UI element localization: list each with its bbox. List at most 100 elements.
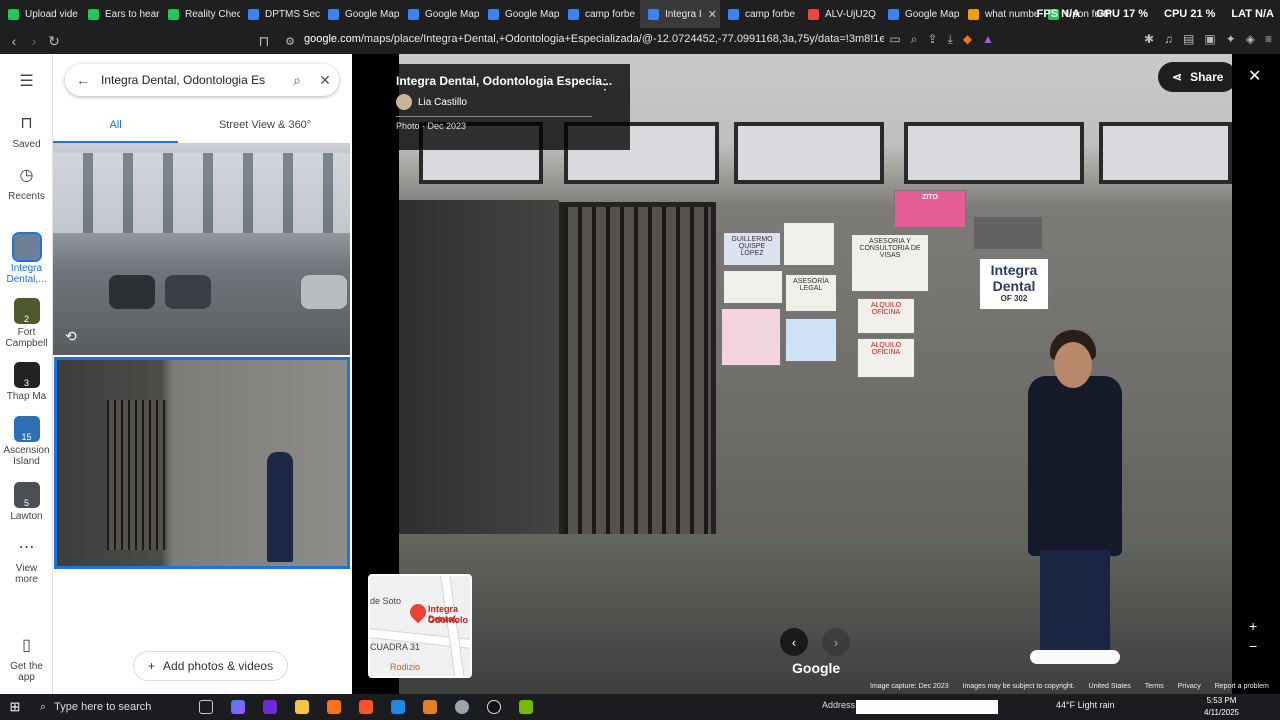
rail-item-get-app[interactable]: ▯ Get the app [0,632,53,683]
clear-icon[interactable]: ✕ [311,72,339,89]
media-player-icon[interactable] [478,694,510,720]
zoom-icon[interactable]: ⌕ [911,32,918,47]
browser-tab[interactable]: ALV-UjU2Q [800,0,880,28]
rewards-icon[interactable]: ▲ [982,32,994,47]
file-explorer-icon[interactable] [286,694,318,720]
zoom-in-button[interactable]: + [1249,616,1257,636]
rail-menu-button[interactable]: ☰ [0,68,53,97]
back-arrow-icon[interactable]: ← [65,72,101,88]
sign-plate [783,222,835,266]
tab-close-icon[interactable]: ✕ [708,8,717,21]
browser-tab[interactable]: camp forbe [560,0,640,28]
wallet-icon[interactable]: ▣ [1204,32,1215,47]
browser-tab[interactable]: Google Maps [480,0,560,28]
location-pin-icon [406,600,430,624]
clock[interactable]: 5:53 PM 4/11/2025 [1204,695,1239,719]
windows-start-icon[interactable]: ⊞ [0,699,30,715]
photo-scene[interactable]: GUILLERMO QUISPE LÓPEZ ASESORÍA LEGAL AS… [399,54,1232,694]
photo-author[interactable]: Lia Castillo [396,94,630,110]
share-button[interactable]: ⋖ Share [1158,62,1238,92]
privacy-link[interactable]: Privacy [1178,683,1201,690]
bookmark-icon[interactable]: ⊓ [254,31,274,51]
ai-icon[interactable]: ✦ [1226,32,1236,47]
rail-item-fort-campbell[interactable]: 2 Fort Campbell [0,298,53,349]
app-icon[interactable] [254,694,286,720]
forward-icon[interactable]: › [24,31,44,51]
site-info-icon[interactable]: ⚙ [280,31,300,51]
region-link[interactable]: United States [1089,683,1131,690]
sidebar-icon[interactable]: ▤ [1183,32,1194,47]
screen-icon[interactable]: ▭ [889,32,900,47]
rail-item-ascension-island[interactable]: 15 Ascension Island [0,416,53,467]
selected-photo-thumbnail[interactable] [54,357,350,569]
shoes [1030,650,1120,664]
browser-tab[interactable]: what numbe [960,0,1040,28]
rail-item-view-more[interactable]: ⋯ View more [0,534,53,585]
tab-favicon-icon [888,8,899,20]
taskbar-address-input[interactable] [856,700,998,714]
browser-tab-active[interactable]: Integra I ✕ [640,0,720,28]
tab-favicon-icon [488,8,499,20]
rail-item-saved[interactable]: ⊓ Saved [0,110,53,150]
app-icon[interactable] [446,694,478,720]
browser-tab[interactable]: Google Maps [880,0,960,28]
copilot-icon[interactable] [222,694,254,720]
tab-favicon-icon [808,8,819,20]
browser-tab[interactable]: camp forbe [720,0,800,28]
browser-tab[interactable]: Reality Check [160,0,240,28]
taskbar-search[interactable]: ⌕ Type here to search [30,701,190,714]
terms-link[interactable]: Terms [1145,683,1164,690]
tab-favicon-icon [568,8,579,20]
weather-widget[interactable]: 44°F Light rain [1056,700,1115,710]
street-view-thumbnail[interactable]: ⟲ [53,143,350,355]
music-icon[interactable]: ♫ [1164,32,1173,47]
browser-tab[interactable]: Upload vide [0,0,80,28]
rail-item-thap-ma[interactable]: 3 Thap Ma [0,362,53,402]
brave-browser-icon[interactable] [350,694,382,720]
tab-street-view[interactable]: Street View & 360° [178,114,352,144]
browser-tab[interactable]: Google Maps [320,0,400,28]
avatar [396,94,412,110]
browser-tab[interactable]: Google Maps [400,0,480,28]
rail-item-recents[interactable]: ◷ Recents [0,162,53,202]
url-field[interactable]: google.com/maps/place/Integra+Dental,+Od… [304,33,884,45]
close-icon[interactable]: ✕ [1248,66,1261,86]
history-icon: ◷ [19,167,34,184]
person [1016,330,1126,680]
browser-tab[interactable]: DPTMS Secu [240,0,320,28]
rail-item-lawton[interactable]: 5 Lawton [0,482,53,522]
bookmark-outline-icon: ⊓ [20,115,33,132]
add-photos-button[interactable]: + Add photos & videos [133,651,289,681]
stat-cpu: CPU 21 % [1164,8,1216,20]
phone-icon: ▯ [22,637,31,654]
more-vert-icon[interactable]: ⋮ [598,76,612,93]
search-icon[interactable]: ⌕ [283,72,311,89]
back-icon[interactable]: ‹ [4,31,24,51]
search-input[interactable]: Integra Dental, Odontologia Es [101,73,283,87]
vpn-icon[interactable]: ◈ [1246,32,1255,47]
previous-photo-button[interactable]: ‹ [780,628,808,656]
share-page-icon[interactable]: ⇪ [927,32,937,47]
search-box[interactable]: ← Integra Dental, Odontologia Es ⌕ ✕ [65,64,339,96]
chevron-right-icon: › [833,634,839,650]
minimap[interactable]: Integra Dental, Odontolo de Soto CUADRA … [368,574,472,678]
next-photo-button[interactable]: › [822,628,850,656]
tab-label: Integra I [665,8,702,20]
app-icon[interactable] [382,694,414,720]
rail-item-integra-dental[interactable]: Integra Dental,... [0,232,53,285]
map-label: Rodizio [390,662,421,672]
download-icon[interactable]: ⤓ [948,32,953,47]
browser-tab[interactable]: Ears to hear [80,0,160,28]
menu-icon[interactable]: ≡ [1265,32,1272,47]
taskbar-address-label: Address [822,700,856,710]
nvidia-icon[interactable] [510,694,542,720]
app-icon[interactable] [414,694,446,720]
zoom-out-button[interactable]: − [1249,636,1257,656]
extensions-icon[interactable]: ✱ [1144,32,1154,47]
app-icon[interactable] [318,694,350,720]
reload-icon[interactable]: ↻ [44,31,64,51]
task-view-icon[interactable] [190,694,222,720]
brave-shield-icon[interactable]: ◆ [963,32,972,47]
tab-all[interactable]: All [53,114,179,144]
report-link[interactable]: Report a problem [1215,683,1269,690]
